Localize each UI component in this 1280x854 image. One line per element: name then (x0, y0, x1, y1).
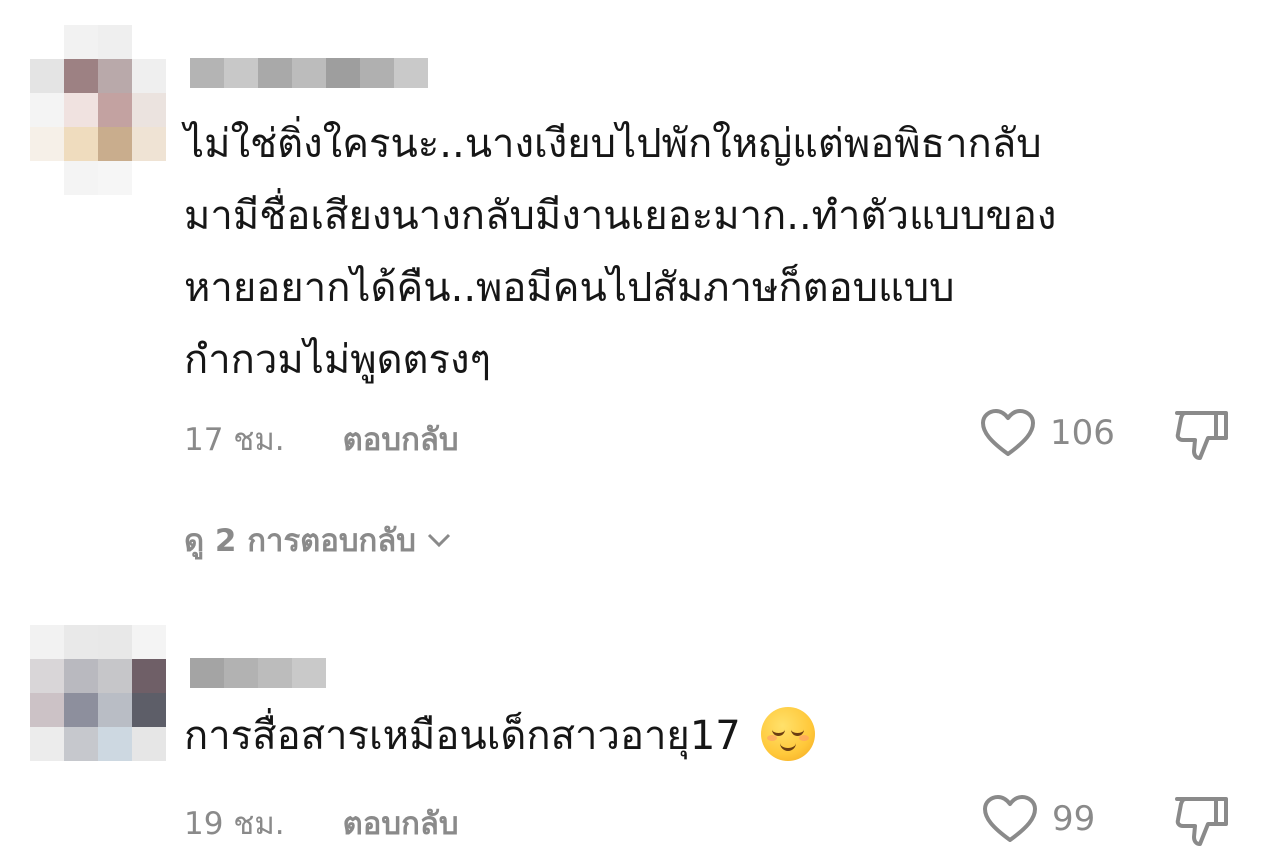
username[interactable] (190, 658, 326, 688)
comment-2: การสื่อสารเหมือนเด็กสาวอายุ17 19 ชม. ตอบ… (0, 600, 1280, 853)
like-button[interactable]: 99 (982, 794, 1095, 844)
comment-meta: 17 ชม. ตอบกลับ (184, 414, 459, 464)
timestamp: 17 ชม. (184, 422, 285, 458)
comment-text: ไม่ใช่ติ่งใครนะ..นางเงียบไปพักใหญ่แต่พอพ… (184, 108, 1244, 396)
view-replies-button[interactable]: ดู 2 การตอบกลับ (184, 515, 452, 565)
username[interactable] (190, 58, 428, 88)
relieved-face-emoji (760, 707, 815, 761)
avatar[interactable] (30, 25, 166, 195)
avatar[interactable] (30, 625, 166, 775)
comment-text-line: มามีชื่อเสียงนางกลับมีงานเยอะมาก..ทำตัวแ… (184, 193, 1057, 239)
like-count: 106 (1050, 413, 1115, 453)
thumbs-down-icon (1175, 797, 1228, 846)
comment-text-line: หายอยากได้คืน..พอมีคนไปสัมภาษก็ตอบแบบ (184, 265, 955, 311)
timestamp: 19 ชม. (184, 806, 285, 842)
heart-icon (983, 795, 1037, 842)
heart-icon (981, 409, 1035, 456)
comment-text: การสื่อสารเหมือนเด็กสาวอายุ17 (184, 700, 1244, 772)
like-count: 99 (1052, 799, 1096, 839)
comment-text-line: ไม่ใช่ติ่งใครนะ..นางเงียบไปพักใหญ่แต่พอพ… (184, 121, 1042, 167)
like-button[interactable]: 106 (980, 408, 1115, 458)
comment-1: ไม่ใช่ติ่งใครนะ..นางเงียบไปพักใหญ่แต่พอพ… (0, 0, 1280, 600)
dislike-button[interactable] (1172, 408, 1232, 468)
comment-text-body: การสื่อสารเหมือนเด็กสาวอายุ17 (184, 713, 741, 759)
comment-meta: 19 ชม. ตอบกลับ (184, 798, 459, 848)
thumbs-down-icon (1175, 411, 1228, 460)
reply-button[interactable]: ตอบกลับ (343, 798, 459, 848)
dislike-button[interactable] (1172, 794, 1232, 854)
view-replies-label: ดู 2 การตอบกลับ (184, 523, 416, 559)
comment-text-line: กำกวมไม่พูดตรงๆ (184, 337, 492, 383)
reply-button[interactable]: ตอบกลับ (343, 414, 459, 464)
chevron-down-icon (427, 533, 451, 548)
